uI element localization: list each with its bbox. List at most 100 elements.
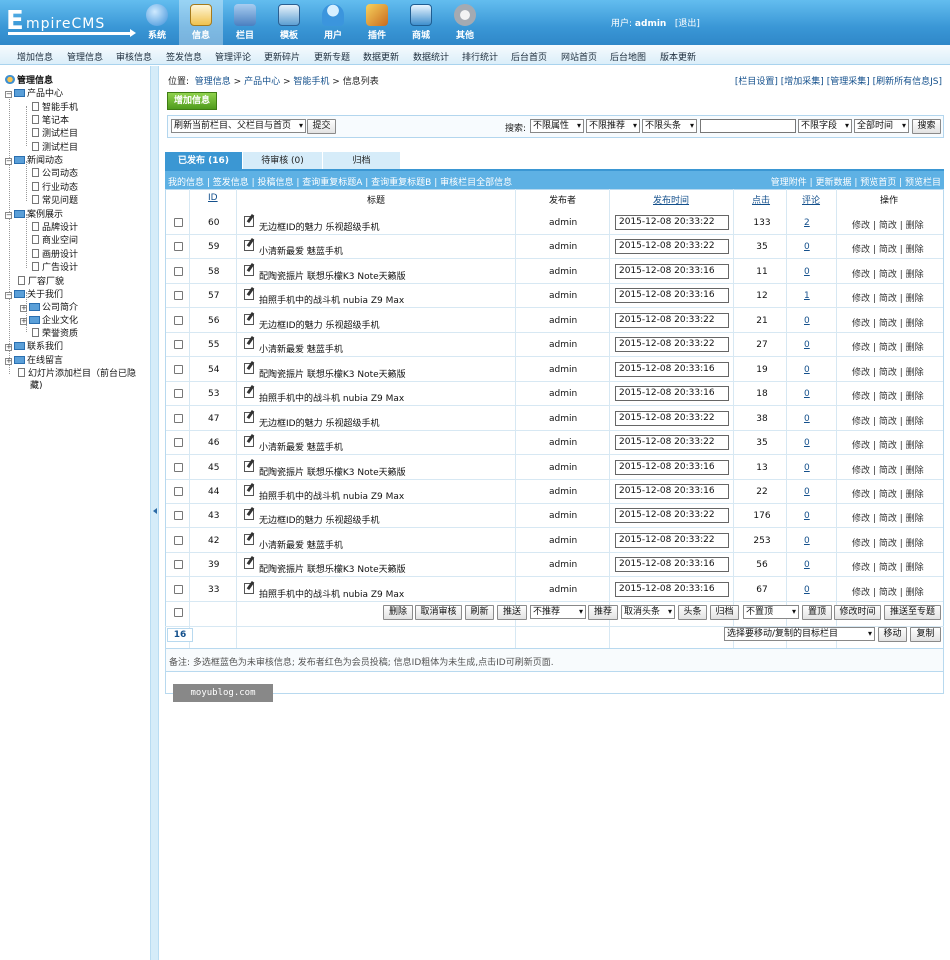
nav-shop[interactable]: 商城 [399, 0, 443, 45]
menu-add-info[interactable]: 增加信息 [17, 50, 53, 63]
menu-admin-home[interactable]: 后台首页 [511, 50, 547, 63]
menu-rank-stats[interactable]: 排行统计 [462, 50, 498, 63]
tree-node-culture[interactable]: + 企业文化 [20, 313, 78, 326]
tree-node-faq[interactable]: 常见问题 [32, 193, 78, 206]
sidebar-splitter[interactable] [150, 66, 159, 960]
delete-link[interactable]: 删除 [906, 343, 924, 353]
tree-node-guestbook[interactable]: + 在线留言 [5, 353, 63, 366]
edit-link[interactable]: 修改 [852, 392, 870, 402]
tab-published[interactable]: 已发布 (16) [165, 152, 242, 170]
tree-node-album-design[interactable]: 画册设计 [32, 247, 78, 260]
quick-links-right[interactable]: 管理附件 | 更新数据 | 预览首页 | 预览栏目 [771, 175, 941, 188]
row-author[interactable]: admin [549, 340, 577, 350]
edit-link[interactable]: 修改 [852, 441, 870, 451]
row-author[interactable]: admin [549, 560, 577, 570]
edit-icon[interactable] [244, 485, 254, 496]
edit-icon[interactable] [244, 412, 254, 423]
delete-link[interactable]: 删除 [906, 245, 924, 255]
row-time-input[interactable]: 2015-12-08 20:33:16 [615, 460, 729, 475]
col-header-id[interactable]: ID [208, 193, 218, 203]
row-author[interactable]: admin [549, 585, 577, 595]
row-comments[interactable]: 0 [804, 511, 810, 521]
row-checkbox[interactable] [174, 487, 183, 496]
row-author[interactable]: admin [549, 463, 577, 473]
row-id[interactable]: 53 [208, 389, 219, 399]
row-checkbox[interactable] [174, 291, 183, 300]
menu-audit-info[interactable]: 审核信息 [116, 50, 152, 63]
collapse-arrow-icon[interactable] [153, 508, 157, 514]
row-comments[interactable]: 0 [804, 463, 810, 473]
quick-edit-link[interactable]: 简改 [879, 539, 897, 549]
row-comments[interactable]: 1 [804, 291, 810, 301]
tree-node-laptops[interactable]: 笔记本 [32, 113, 69, 126]
row-id[interactable]: 56 [208, 316, 219, 326]
row-title[interactable]: 拍照手机中的战斗机 nubia Z9 Max [259, 293, 404, 306]
row-time-input[interactable]: 2015-12-08 20:33:22 [615, 508, 729, 523]
edit-link[interactable]: 修改 [852, 490, 870, 500]
row-comments[interactable]: 0 [804, 340, 810, 350]
row-id[interactable]: 42 [208, 536, 219, 546]
row-id[interactable]: 43 [208, 511, 219, 521]
row-id[interactable]: 39 [208, 560, 219, 570]
logout-link[interactable]: [退出] [675, 19, 700, 29]
nav-user[interactable]: 用户 [311, 0, 355, 45]
row-id[interactable]: 59 [208, 242, 219, 252]
target-column-select[interactable]: 选择要移动/复制的目标栏目 [724, 627, 875, 641]
edit-link[interactable]: 修改 [852, 245, 870, 255]
tree-node-company-profile[interactable]: + 公司简介 [20, 300, 78, 313]
row-time-input[interactable]: 2015-12-08 20:33:22 [615, 435, 729, 450]
row-checkbox[interactable] [174, 389, 183, 398]
row-author[interactable]: admin [549, 389, 577, 399]
tree-node-test1[interactable]: 测试栏目 [32, 126, 78, 139]
delete-link[interactable]: 删除 [906, 563, 924, 573]
delete-link[interactable]: 删除 [906, 392, 924, 402]
edit-icon[interactable] [244, 461, 254, 472]
edit-icon[interactable] [244, 436, 254, 447]
edit-link[interactable]: 修改 [852, 563, 870, 573]
row-comments[interactable]: 0 [804, 242, 810, 252]
row-comments[interactable]: 0 [804, 536, 810, 546]
row-time-input[interactable]: 2015-12-08 20:33:22 [615, 215, 729, 230]
delete-link[interactable]: 删除 [906, 294, 924, 304]
row-author[interactable]: admin [549, 536, 577, 546]
tree-node-honors[interactable]: 荣誉资质 [32, 326, 78, 339]
tab-archive[interactable]: 归档 [323, 152, 400, 170]
tab-pending[interactable]: 待审核 (0) [243, 152, 322, 170]
tree-node-factory[interactable]: 厂容厂貌 [18, 274, 64, 287]
menu-manage-info[interactable]: 管理信息 [67, 50, 103, 63]
edit-link[interactable]: 修改 [852, 343, 870, 353]
row-title[interactable]: 配陶瓷振片 联想乐檬K3 Note天籁版 [259, 465, 406, 478]
quick-edit-link[interactable]: 简改 [879, 514, 897, 524]
headline-button[interactable]: 头条 [678, 605, 707, 620]
tree-node-ad-design[interactable]: 广告设计 [32, 260, 78, 273]
edit-link[interactable]: 修改 [852, 270, 870, 280]
row-author[interactable]: admin [549, 267, 577, 277]
row-time-input[interactable]: 2015-12-08 20:33:22 [615, 239, 729, 254]
manage-collect-link[interactable]: [管理采集] [827, 77, 870, 87]
tree-node-smartphones[interactable]: 智能手机 [32, 100, 78, 113]
row-comments[interactable]: 0 [804, 389, 810, 399]
edit-link[interactable]: 修改 [852, 417, 870, 427]
row-checkbox[interactable] [174, 438, 183, 447]
row-author[interactable]: admin [549, 365, 577, 375]
menu-sign-info[interactable]: 签发信息 [166, 50, 202, 63]
edit-link[interactable]: 修改 [852, 294, 870, 304]
row-time-input[interactable]: 2015-12-08 20:33:22 [615, 411, 729, 426]
select-all-checkbox[interactable] [174, 608, 183, 617]
menu-update-fragments[interactable]: 更新碎片 [264, 50, 300, 63]
quick-edit-link[interactable]: 简改 [879, 490, 897, 500]
quick-edit-link[interactable]: 简改 [879, 270, 897, 280]
tree-node-industry-news[interactable]: 行业动态 [32, 180, 78, 193]
tree-node-test2[interactable]: 测试栏目 [32, 140, 78, 153]
delete-link[interactable]: 删除 [906, 588, 924, 598]
row-comments[interactable]: 0 [804, 560, 810, 570]
edit-icon[interactable] [244, 338, 254, 349]
delete-link[interactable]: 删除 [906, 490, 924, 500]
row-checkbox[interactable] [174, 267, 183, 276]
time-filter-select[interactable]: 全部时间 [854, 119, 909, 133]
nav-template[interactable]: 模板 [267, 0, 311, 45]
row-title[interactable]: 配陶瓷振片 联想乐檬K3 Note天籁版 [259, 562, 406, 575]
copy-button[interactable]: 复制 [910, 627, 941, 642]
edit-icon[interactable] [244, 509, 254, 520]
nav-system[interactable]: 系统 [135, 0, 179, 45]
